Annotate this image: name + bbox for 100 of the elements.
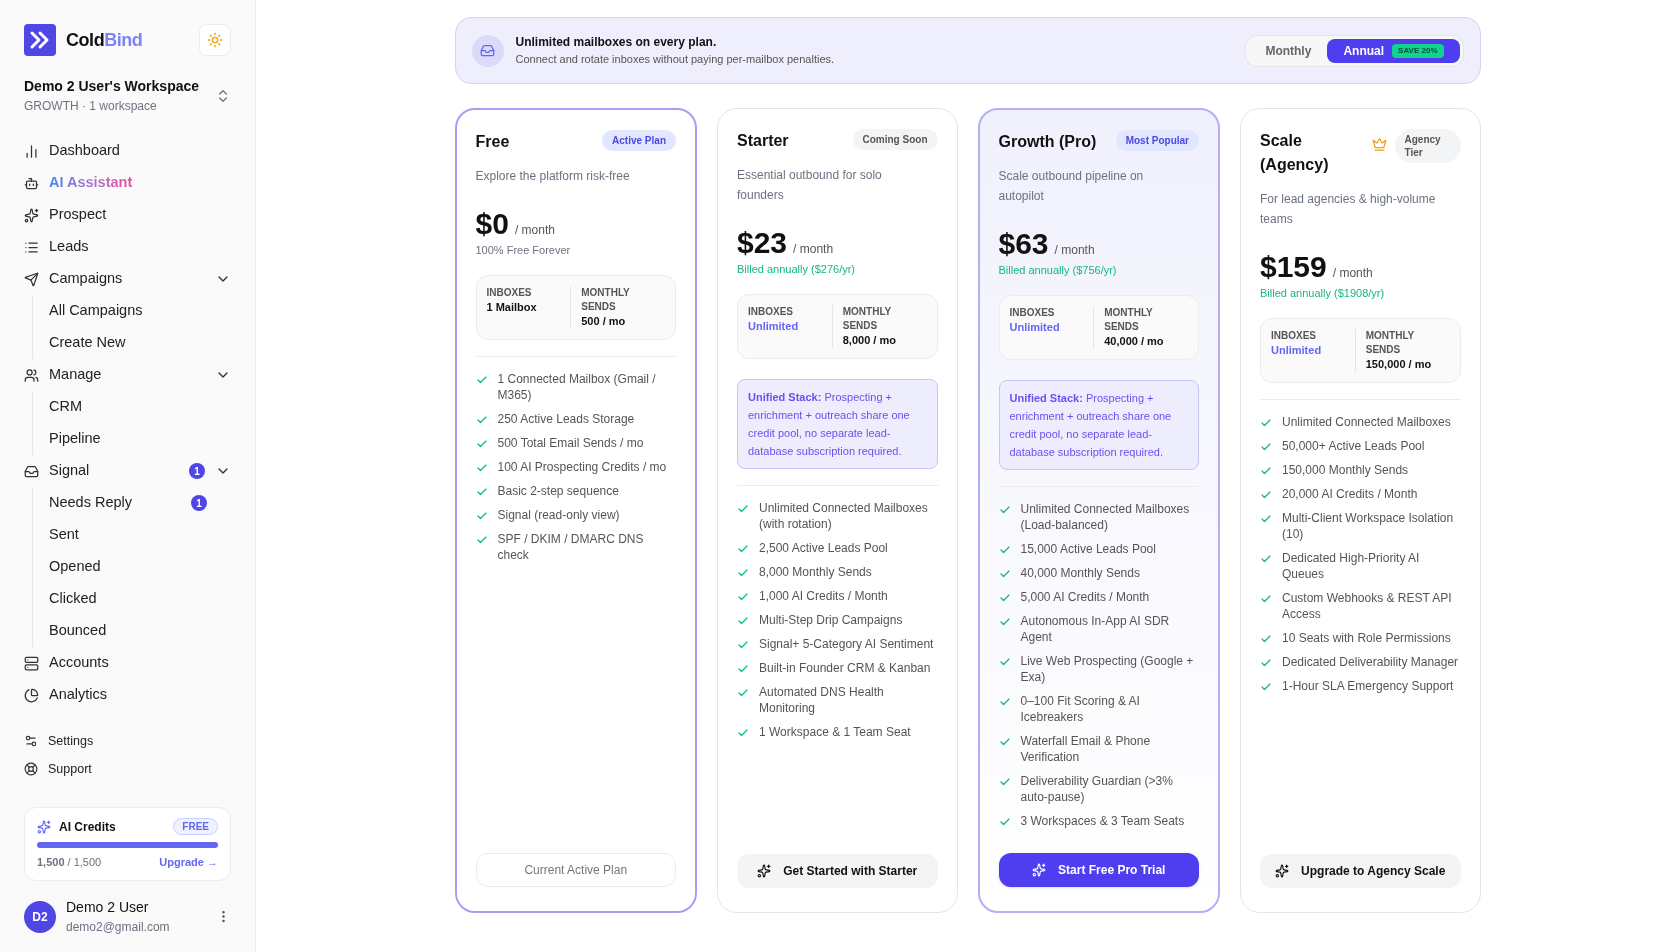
server-icon — [24, 655, 39, 671]
nav-item[interactable]: Prospect — [49, 204, 107, 226]
stat-value: 1 Mailbox — [486, 299, 538, 315]
sparkles-icon — [757, 864, 772, 878]
plan-description: Scale outbound pipeline on autopilot — [998, 168, 1145, 205]
paper-plane-icon — [24, 271, 39, 287]
feature-text: Signal+ 5-Category AI Sentiment — [759, 635, 934, 652]
user-email: demo2@gmail.com — [66, 919, 171, 936]
nav-subitem[interactable]: Bounced — [49, 620, 107, 642]
feature-text: Multi-Step Drip Campaigns — [759, 611, 903, 628]
price-period: / month — [1332, 265, 1373, 282]
plan-button[interactable]: Current Active Plan — [475, 853, 676, 887]
feature-text: Custom Webhooks & REST API Access — [1282, 589, 1453, 622]
feature-text: Unlimited Connected Mailboxes (with rotation) — [759, 499, 929, 532]
feature-text: Unlimited Connected Mailboxes (Load-balanced) — [1020, 500, 1191, 533]
users-icon — [24, 367, 39, 383]
price-note: Billed annually ($276/yr) — [737, 262, 856, 277]
nav-item[interactable]: Campaigns — [49, 268, 123, 290]
feature-text: Built-in Founder CRM & Kanban — [759, 659, 931, 676]
stat-label: INBOXES — [486, 285, 533, 300]
nav-subitem[interactable]: Opened — [49, 556, 101, 578]
stat-value: Unlimited — [1271, 342, 1323, 358]
plan-price: $63 — [998, 226, 1049, 262]
robot-icon — [24, 175, 39, 191]
price-note: Billed annually ($1908/yr) — [1260, 286, 1386, 301]
plan-button[interactable]: Get Started with Starter — [737, 854, 938, 888]
feature-text: 1,000 AI Credits / Month — [759, 587, 888, 604]
nav-item[interactable]: Accounts — [49, 652, 109, 674]
workspace-switcher[interactable]: Demo 2 User's Workspace GROWTH · 1 workspace — [24, 76, 231, 115]
plan-price: $23 — [737, 225, 788, 261]
price-note: Billed annually ($756/yr) — [998, 263, 1118, 278]
plan-button[interactable]: Start Free Pro Trial — [998, 853, 1199, 887]
stat-value: 40,000 / mo — [1104, 333, 1165, 349]
plan-button[interactable]: Upgrade to Agency Scale — [1260, 854, 1461, 888]
feature-text: Dedicated Deliverability Manager — [1282, 653, 1459, 670]
logo-icon — [24, 24, 56, 56]
count-badge: 1 — [191, 495, 207, 511]
plan-badge: Coming Soon — [852, 129, 938, 150]
upgrade-link[interactable]: Upgrade → — [159, 853, 218, 870]
plan-description: For lead agencies & high-volume teams — [1260, 191, 1437, 228]
feature-text: 15,000 Active Leads Pool — [1020, 540, 1156, 557]
sun-icon — [207, 32, 223, 48]
price-period: / month — [1054, 242, 1095, 259]
feature-text: 2,500 Active Leads Pool — [759, 539, 888, 556]
feature-text: 40,000 Monthly Sends — [1020, 564, 1140, 581]
feature-text: 50,000+ Active Leads Pool — [1282, 437, 1425, 454]
plan-name: Starter — [737, 131, 790, 151]
feature-text: 8,000 Monthly Sends — [759, 563, 872, 580]
nav-item[interactable]: Leads — [49, 236, 89, 258]
feature-text: Waterfall Email & Phone Verification — [1020, 732, 1152, 765]
feature-text: 1 Workspace & 1 Team Seat — [759, 723, 911, 740]
sparkles-icon — [37, 819, 51, 834]
stat-value: 8,000 / mo — [842, 332, 897, 348]
plan-badge: Agency Tier — [1394, 129, 1461, 163]
nav-subitem[interactable]: Pipeline — [49, 428, 101, 450]
nav-subitem[interactable]: Clicked — [49, 588, 97, 610]
stat-label: MONTHLY SENDS — [1104, 305, 1154, 334]
nav-item[interactable]: Manage — [49, 364, 102, 386]
feature-text: Signal (read-only view) — [497, 506, 620, 523]
nav-subitem[interactable]: Needs Reply — [49, 492, 132, 514]
nav-subitem[interactable]: All Campaigns — [49, 300, 143, 322]
billing-option[interactable]: Monthly — [1249, 38, 1328, 63]
bar-chart-icon — [24, 143, 39, 159]
sparkles-icon — [24, 207, 39, 223]
feature-text: Deliverability Guardian (>3% auto-pause) — [1020, 772, 1174, 805]
feature-text: 250 Active Leads Storage — [497, 410, 635, 427]
price-period: / month — [793, 241, 834, 258]
stat-label: MONTHLY SENDS — [842, 304, 893, 333]
nav-subitem[interactable]: CRM — [49, 396, 83, 418]
inbox-icon — [471, 34, 504, 67]
nav-subitem[interactable]: Create New — [49, 332, 126, 354]
nav-item[interactable]: Signal — [49, 460, 90, 482]
brand-name: ColdBind — [66, 28, 143, 52]
price-note: 100% Free Forever — [475, 243, 572, 258]
plan-price: $0 — [475, 206, 509, 242]
nav-subitem[interactable]: Sent — [49, 524, 79, 546]
price-period: / month — [514, 222, 555, 239]
plan-name: Scale (Agency) — [1260, 131, 1330, 175]
nav-item[interactable]: Settings — [48, 731, 94, 751]
unified-stack-note: Unified Stack: Prospecting + enrichment + outreach share one credit pool, no separate lead-database subscription required. — [737, 378, 938, 469]
nav-item[interactable]: Dashboard — [49, 140, 120, 162]
feature-text: 0–100 Fit Scoring & AI Icebreakers — [1020, 692, 1141, 725]
feature-text: Live Web Prospecting (Google + Exa) — [1020, 652, 1195, 685]
feature-text: 150,000 Monthly Sends — [1282, 461, 1409, 478]
plan-description: Explore the platform risk-free — [475, 168, 631, 185]
feature-text: 10 Seats with Role Permissions — [1282, 629, 1451, 646]
feature-text: Automated DNS Health Monitoring — [759, 683, 885, 716]
nav-item[interactable]: Support — [48, 759, 92, 779]
nav-item[interactable]: Analytics — [49, 684, 108, 706]
feature-text: 100 AI Prospecting Credits / mo — [497, 458, 667, 475]
sparkles-icon — [1032, 863, 1047, 877]
inbox-icon — [24, 463, 39, 479]
unified-stack-note: Unified Stack: Prospecting + enrichment + outreach share one credit pool, no separate lead-database subscription required. — [998, 379, 1199, 470]
billing-option[interactable]: Annual SAVE 20% — [1327, 38, 1460, 63]
theme-toggle-button[interactable] — [199, 24, 231, 56]
banner-title: Unlimited mailboxes on every plan. — [515, 34, 718, 52]
feature-text: 1-Hour SLA Emergency Support — [1282, 677, 1454, 694]
feature-text: 20,000 AI Credits / Month — [1282, 485, 1418, 502]
stat-value: Unlimited — [1009, 319, 1061, 335]
stat-value: 150,000 / mo — [1365, 356, 1433, 372]
